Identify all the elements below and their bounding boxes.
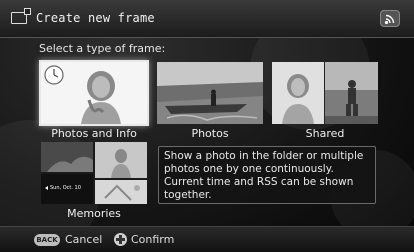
title-bar: Create new frame (0, 0, 414, 38)
frame-type-label: Shared (305, 127, 345, 140)
frame-type-photos[interactable] (157, 62, 263, 124)
confirm-label[interactable]: Confirm (131, 233, 174, 246)
shared-thumbnail (272, 62, 378, 124)
frame-type-label: Memories (67, 207, 121, 220)
frame-type-label: Photos and Info (51, 127, 137, 140)
frame-type-shared[interactable] (272, 62, 378, 124)
photos-and-info-thumbnail (41, 62, 147, 124)
section-label: Select a type of frame: (39, 42, 166, 55)
confirm-dpad-icon[interactable] (114, 233, 127, 246)
frame-type-description: Show a photo in the folder or multiple p… (158, 146, 376, 204)
frame-type-label: Photos (191, 127, 229, 140)
back-button-icon[interactable]: BACK (34, 234, 60, 246)
footer-bar: BACK Cancel Confirm (0, 226, 414, 252)
cancel-label[interactable]: Cancel (65, 233, 102, 246)
wireless-icon (380, 10, 400, 27)
create-frame-screen: Create new frame Select a type of frame:… (0, 0, 414, 252)
memories-date-caption: Sun, Oct. 10 (50, 185, 81, 191)
frame-type-memories[interactable]: Sun, Oct. 10 (41, 142, 147, 204)
photos-thumbnail (157, 62, 263, 124)
frame-add-icon (11, 8, 31, 24)
memories-thumbnail (41, 142, 147, 204)
frame-type-photos-and-info[interactable] (41, 62, 147, 124)
page-title: Create new frame (36, 11, 155, 25)
